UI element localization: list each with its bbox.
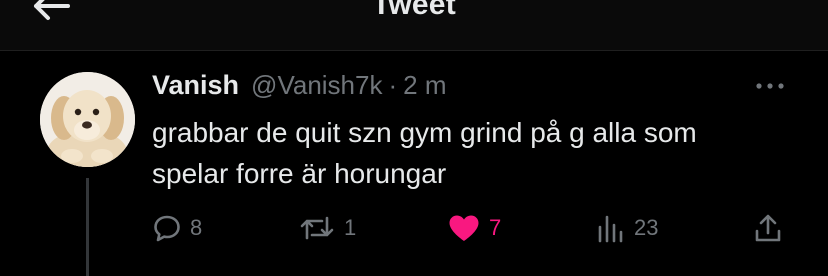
- avatar[interactable]: [40, 72, 135, 167]
- reply-bubble-icon: [152, 213, 182, 243]
- views-button[interactable]: 23: [596, 210, 658, 246]
- retweet-count: 1: [344, 215, 357, 240]
- reply-count: 8: [190, 215, 203, 240]
- page-title: Tweet: [372, 0, 456, 21]
- tweet-actions: 8 1 7 23: [0, 210, 828, 250]
- tweet-text: grabbar de quit szn gym grind på g alla …: [152, 112, 802, 194]
- reply-button[interactable]: 8: [152, 210, 202, 246]
- tweet-text-line: grabbar de quit szn gym grind på g alla …: [152, 117, 697, 148]
- share-icon: [754, 212, 782, 244]
- top-bar: Tweet: [0, 0, 828, 51]
- separator-dot: ·: [388, 70, 398, 100]
- heart-icon: [447, 213, 481, 243]
- user-handle[interactable]: @Vanish7k: [251, 70, 382, 101]
- retweet-button[interactable]: 1: [298, 210, 356, 246]
- puppy-avatar-image: [40, 72, 135, 167]
- views-count: 23: [634, 215, 659, 240]
- tweet-text-line: spelar forre är horungar: [152, 158, 447, 189]
- more-dots-icon[interactable]: [754, 78, 786, 94]
- retweet-icon: [298, 213, 336, 243]
- share-button[interactable]: [754, 210, 782, 246]
- tweet-header: Vanish @Vanish7k · 2 m: [152, 70, 446, 106]
- like-button[interactable]: 7: [447, 210, 501, 246]
- timestamp[interactable]: 2 m: [403, 70, 446, 101]
- like-count: 7: [489, 215, 502, 240]
- display-name[interactable]: Vanish: [152, 70, 239, 101]
- views-bars-icon: [596, 213, 626, 243]
